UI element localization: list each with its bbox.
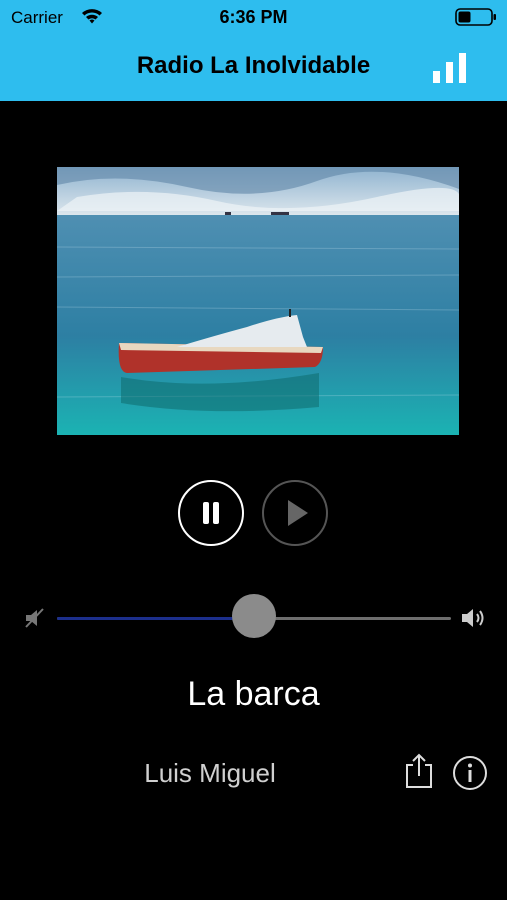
nav-header: Carrier 6:36 PM Radio La Inolvidable xyxy=(0,0,507,101)
artist-name: Luis Miguel xyxy=(144,758,276,788)
page-title: Radio La Inolvidable xyxy=(136,52,371,79)
battery-icon xyxy=(455,8,496,26)
volume-slider-fill xyxy=(57,617,254,620)
pause-button[interactable] xyxy=(178,480,244,546)
play-button[interactable] xyxy=(262,480,328,546)
volume-high-icon xyxy=(462,609,484,627)
status-time: 6:36 PM xyxy=(219,7,288,27)
pause-icon xyxy=(203,502,219,524)
volume-slider-thumb[interactable] xyxy=(232,594,276,638)
status-bar: Carrier 6:36 PM xyxy=(0,0,507,36)
info-icon[interactable] xyxy=(452,755,488,791)
song-title: La barca xyxy=(187,675,320,713)
share-icon[interactable] xyxy=(404,752,434,790)
album-artwork xyxy=(57,167,459,435)
volume-mute-icon xyxy=(25,608,44,628)
signal-bars-icon[interactable] xyxy=(432,53,468,83)
play-icon xyxy=(288,500,308,526)
